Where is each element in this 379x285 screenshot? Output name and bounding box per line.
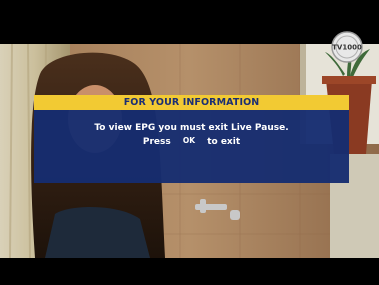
press-label: Press (142, 137, 171, 147)
exit-label: to exit (207, 137, 241, 147)
dialog-instruction: Press OK to exit (34, 136, 349, 147)
dialog-title: FOR YOUR INFORMATION (34, 95, 349, 110)
svg-text:TV1000: TV1000 (332, 44, 362, 52)
dialog-message: To view EPG you must exit Live Pause. (94, 123, 289, 133)
info-dialog: FOR YOUR INFORMATION To view EPG you mus… (34, 95, 349, 183)
letterbox-top (0, 0, 379, 44)
tv1000-logo: TV1000 (331, 31, 363, 63)
dialog-body: To view EPG you must exit Live Pause. Pr… (34, 110, 349, 183)
letterbox-bottom (0, 258, 379, 285)
ok-key-label: OK (182, 136, 196, 145)
tv-screen: TV1000 FOR YOUR INFORMATION To view EPG … (0, 0, 379, 285)
